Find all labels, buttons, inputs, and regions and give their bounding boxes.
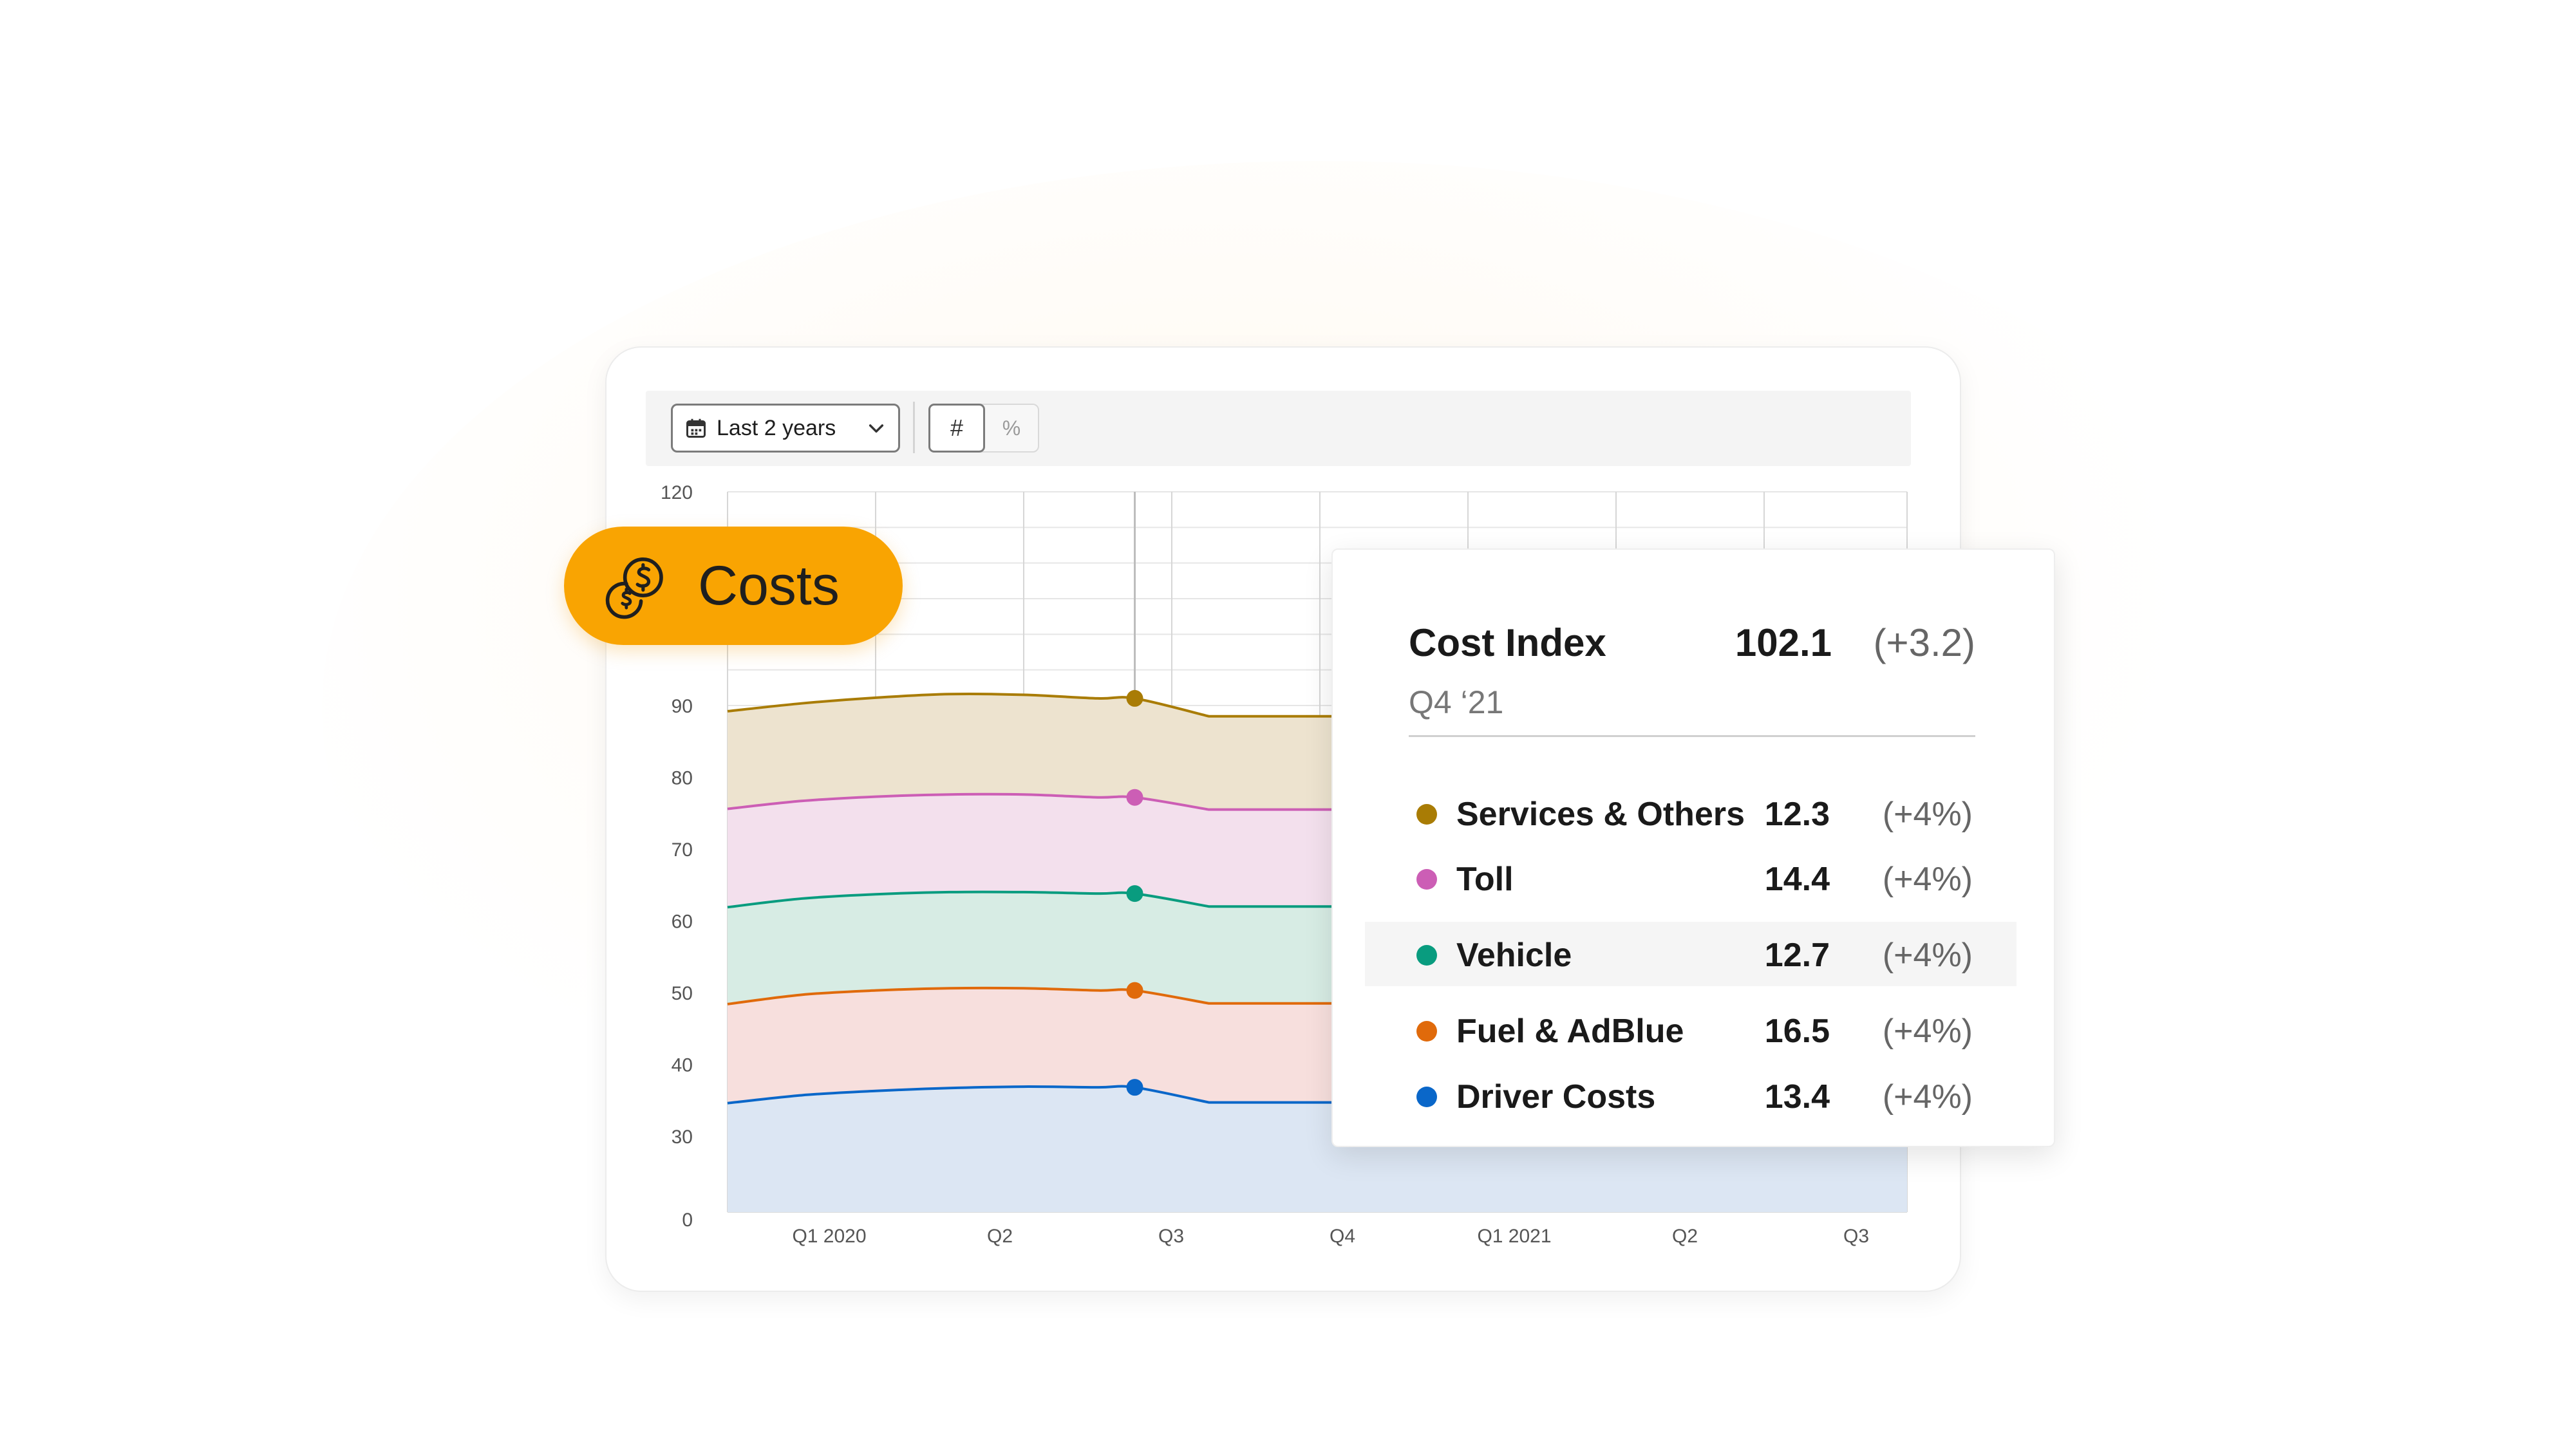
data-point-marker xyxy=(1126,689,1143,707)
series-dot xyxy=(1416,804,1437,825)
y-tick-label: 60 xyxy=(672,911,693,933)
stacked-area-chart: 030405060708090120 Q1 2020 Q2 Q3 Q4 Q1 2021 Q… xyxy=(661,482,1908,1247)
data-point-marker xyxy=(1126,1079,1143,1096)
x-tick-label: Q3 xyxy=(1843,1226,1869,1247)
x-tick-label: Q3 xyxy=(1158,1226,1184,1247)
tooltip-row-driver: Driver Costs 13.4 (+4%) xyxy=(1365,1063,2017,1128)
tooltip-title: Cost Index xyxy=(1409,621,1606,664)
costs-badge: Costs xyxy=(564,527,903,645)
tooltip-row-vehicle: Vehicle 12.7 (+4%) xyxy=(1365,922,2017,986)
tooltip-divider xyxy=(1409,735,1975,737)
series-dot xyxy=(1416,1021,1437,1042)
data-point-marker xyxy=(1126,789,1143,806)
series-value: 14.4 xyxy=(1764,861,1830,898)
series-change: (+4%) xyxy=(1882,1078,1973,1116)
x-axis-ticks: Q1 2020 Q2 Q3 Q4 Q1 2021 Q2 Q3 xyxy=(792,1226,1869,1247)
x-tick-label: Q2 xyxy=(1672,1226,1698,1247)
series-change: (+4%) xyxy=(1882,796,1973,833)
y-tick-label: 120 xyxy=(661,482,693,503)
series-value: 12.3 xyxy=(1764,796,1830,833)
series-value: 12.7 xyxy=(1764,937,1830,974)
y-tick-label: 0 xyxy=(682,1210,693,1231)
tooltip-row-services: Services & Others 12.3 (+4%) xyxy=(1365,781,2017,845)
y-tick-label: 30 xyxy=(672,1126,693,1148)
series-value: 13.4 xyxy=(1764,1078,1830,1116)
data-point-marker xyxy=(1126,885,1143,902)
series-change: (+4%) xyxy=(1882,937,1973,974)
series-name: Toll xyxy=(1456,861,1514,898)
x-tick-label: Q2 xyxy=(987,1226,1013,1247)
series-name: Services & Others xyxy=(1456,796,1745,833)
series-change: (+4%) xyxy=(1882,861,1973,898)
series-name: Driver Costs xyxy=(1456,1078,1656,1116)
y-tick-label: 50 xyxy=(672,983,693,1004)
series-name: Fuel & AdBlue xyxy=(1456,1013,1684,1050)
series-dot xyxy=(1416,1087,1437,1107)
y-tick-label: 40 xyxy=(672,1055,693,1076)
tooltip-total-value: 102.1 xyxy=(1735,621,1832,664)
cost-index-tooltip: Cost Index 102.1 (+3.2) Q4 ‘21 Services … xyxy=(1331,548,2055,1147)
series-change: (+4%) xyxy=(1882,1013,1973,1050)
tooltip-period: Q4 ‘21 xyxy=(1409,684,1504,720)
series-dot xyxy=(1416,945,1437,966)
coins-dollar-icon xyxy=(605,557,663,619)
costs-badge-label: Costs xyxy=(698,554,840,617)
y-tick-label: 80 xyxy=(672,768,693,789)
series-value: 16.5 xyxy=(1764,1013,1830,1050)
x-tick-label: Q4 xyxy=(1330,1226,1355,1247)
x-tick-label: Q1 2020 xyxy=(792,1226,866,1247)
data-point-marker xyxy=(1126,982,1143,999)
tooltip-row-toll: Toll 14.4 (+4%) xyxy=(1365,846,2017,910)
tooltip-row-fuel: Fuel & AdBlue 16.5 (+4%) xyxy=(1365,998,2017,1062)
x-tick-label: Q1 2021 xyxy=(1477,1226,1551,1247)
y-tick-label: 70 xyxy=(672,839,693,861)
y-tick-label: 90 xyxy=(672,696,693,717)
tooltip-total-delta: (+3.2) xyxy=(1873,621,1975,664)
series-dot xyxy=(1416,869,1437,890)
series-name: Vehicle xyxy=(1456,937,1572,974)
